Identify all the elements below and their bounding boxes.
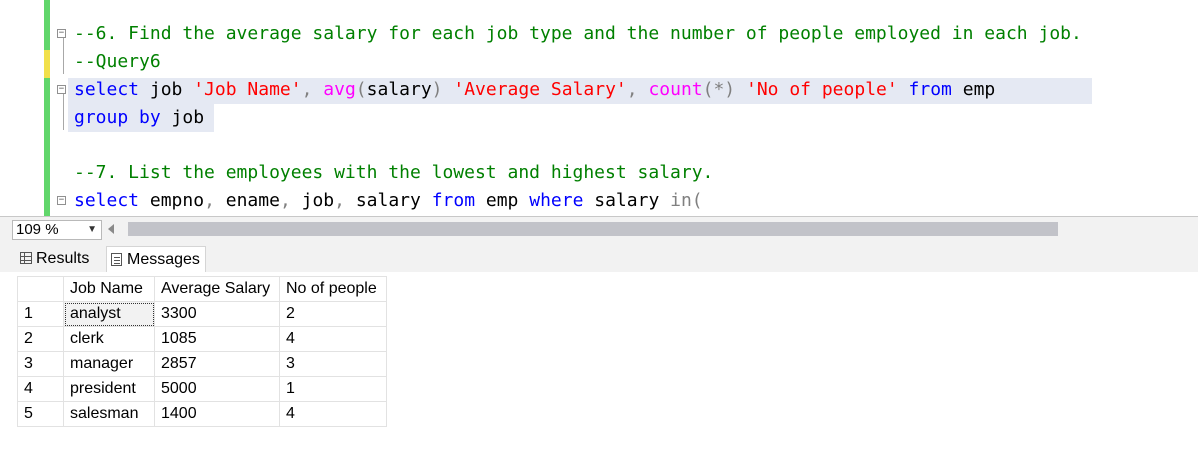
cell-average-salary[interactable]: 1400 [154,401,280,427]
code-line[interactable]: --6. Find the average salary for each jo… [74,22,1082,46]
code-line[interactable]: group by job [74,106,204,130]
code-token: from [908,79,952,100]
code-token: select [74,190,140,211]
zoom-value: 109 % [16,221,59,238]
header-row: Job Name Average Salary No of people [17,276,387,302]
cell-job-name[interactable]: clerk [63,326,155,352]
fold-guide [63,36,64,74]
row-number[interactable]: 1 [17,301,64,327]
cell-job-name[interactable]: salesman [63,401,155,427]
grid-icon [20,252,32,264]
tab-messages[interactable]: Messages [106,246,206,272]
code-token: ename [225,190,280,211]
chevron-down-icon[interactable]: ▼ [87,221,97,239]
table-row[interactable]: 4 president 5000 1 [17,376,387,402]
zoom-dropdown[interactable]: 109 % ▼ [12,220,102,240]
gutter-unsaved-bar [44,50,50,78]
cell-job-name[interactable]: analyst [63,301,155,327]
code-token: , [334,190,356,211]
arrow-left-icon[interactable] [108,224,114,234]
code-token: job [139,79,194,100]
cell-no-of-people[interactable]: 2 [279,301,387,327]
code-token: select [74,79,140,100]
query-editor[interactable]: − − − --6. Find the average salary for e… [0,0,1198,216]
code-token: salary [366,79,432,100]
gutter-change-bar [44,0,50,50]
code-token: --6. Find the average salary for each jo… [74,23,1082,44]
row-number[interactable]: 4 [17,376,64,402]
results-tab-strip: Results Messages [0,242,1198,272]
horizontal-scrollbar-thumb[interactable] [128,222,1058,236]
row-number[interactable]: 3 [17,351,64,377]
cell-no-of-people[interactable]: 4 [279,326,387,352]
gutter-change-bar [44,78,50,216]
cell-no-of-people[interactable]: 1 [279,376,387,402]
code-token: , [626,79,649,100]
row-number[interactable]: 5 [17,401,64,427]
document-icon [111,253,122,266]
code-token: job [301,190,335,211]
column-header-job-name[interactable]: Job Name [63,276,155,302]
code-token: salary [583,190,671,211]
code-token: where [529,190,584,211]
code-line[interactable]: --7. List the employees with the lowest … [74,161,713,185]
table-row[interactable]: 2 clerk 1085 4 [17,326,387,352]
code-token: empno [139,190,205,211]
cell-average-salary[interactable]: 2857 [154,351,280,377]
code-token: 'No of people' [745,79,898,100]
code-token: 'Average Salary' [453,79,627,100]
table-row[interactable]: 3 manager 2857 3 [17,351,387,377]
table-row[interactable]: 5 salesman 1400 4 [17,401,387,427]
code-token: , [279,190,302,211]
cell-average-salary[interactable]: 3300 [154,301,280,327]
code-line[interactable]: select empno, ename, job, salary from em… [74,189,703,213]
code-token: 'Job Name' [193,79,302,100]
tab-results-label: Results [36,250,90,267]
code-token: avg [323,79,356,100]
fold-guide [63,92,64,130]
cell-average-salary[interactable]: 5000 [154,376,280,402]
code-line[interactable]: select job 'Job Name', avg(salary) 'Aver… [74,78,995,102]
code-token: from [431,190,476,211]
cell-job-name[interactable]: president [63,376,155,402]
code-token: , [204,190,226,211]
minus-box-icon[interactable]: − [57,29,66,38]
code-token: in( [670,190,703,211]
tab-messages-label: Messages [127,251,200,268]
editor-status-bar: 109 % ▼ [0,216,1198,242]
cell-no-of-people[interactable]: 4 [279,401,387,427]
column-header-average-salary[interactable]: Average Salary [154,276,280,302]
code-token: ) [431,79,454,100]
row-number-header[interactable] [17,276,64,302]
code-token: salary [355,190,432,211]
minus-box-icon[interactable]: − [57,85,66,94]
results-grid-area: Job Name Average Salary No of people 1 a… [0,272,1198,466]
code-token: job [160,107,205,128]
cell-no-of-people[interactable]: 3 [279,351,387,377]
code-token: , [301,79,324,100]
code-token: (*) [702,79,746,100]
code-token: --7. List the employees with the lowest … [74,162,714,183]
minus-box-icon[interactable]: − [57,196,66,205]
cell-average-salary[interactable]: 1085 [154,326,280,352]
tab-results[interactable]: Results [16,246,102,272]
code-token: --Query6 [74,51,161,72]
code-token: ( [355,79,367,100]
column-header-no-of-people[interactable]: No of people [279,276,387,302]
results-grid: Job Name Average Salary No of people 1 a… [17,276,387,427]
code-token: group by [74,107,161,128]
cell-job-name[interactable]: manager [63,351,155,377]
code-token: emp [951,79,996,100]
code-token: emp [475,190,530,211]
row-number[interactable]: 2 [17,326,64,352]
code-line[interactable]: --Query6 [74,50,161,74]
table-row[interactable]: 1 analyst 3300 2 [17,301,387,327]
code-token: count [648,79,703,100]
